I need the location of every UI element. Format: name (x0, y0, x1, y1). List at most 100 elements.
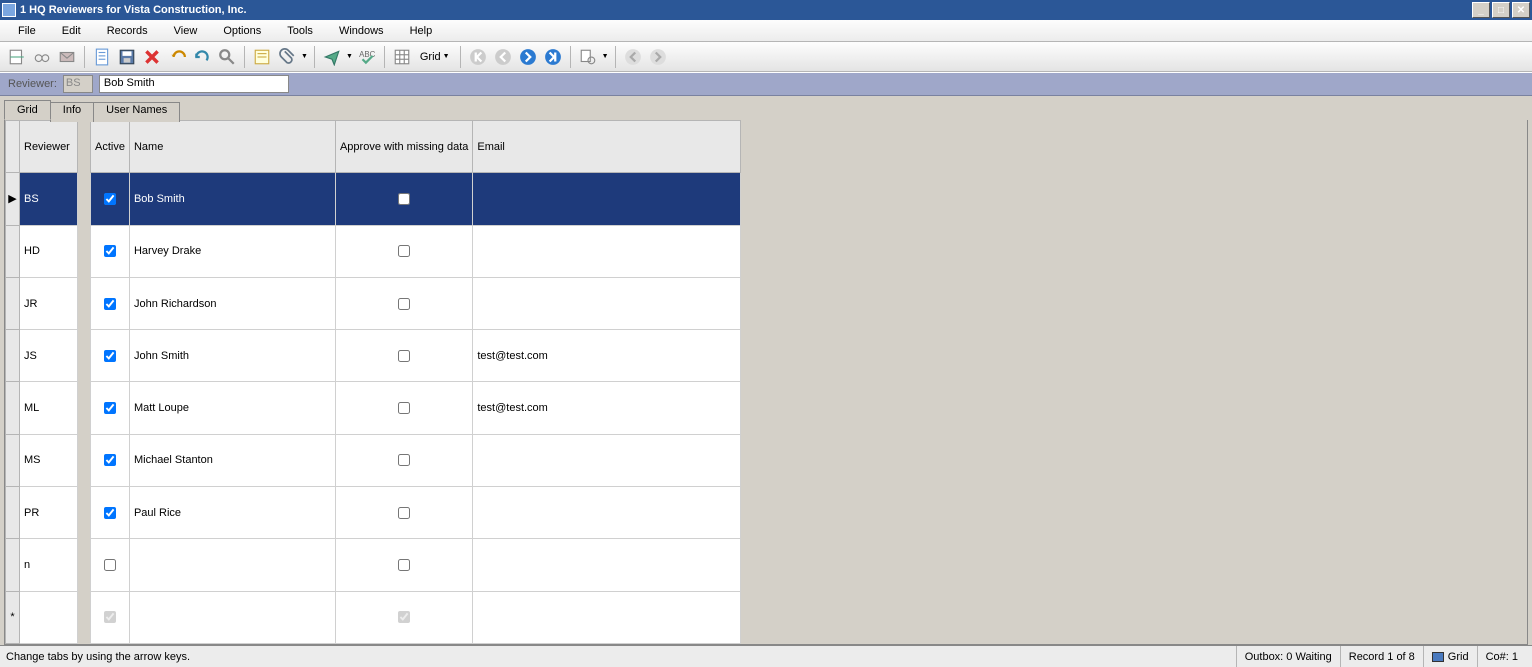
undo-icon[interactable] (166, 46, 188, 68)
new-row[interactable]: * (6, 591, 78, 643)
minimize-button[interactable]: _ (1472, 2, 1490, 18)
cell-approve[interactable] (335, 173, 472, 225)
nav-last-icon[interactable] (542, 46, 564, 68)
cell-name[interactable]: Matt Loupe (129, 382, 335, 434)
menu-edit[interactable]: Edit (52, 23, 91, 39)
menu-file[interactable]: File (8, 23, 46, 39)
approve-checkbox[interactable] (398, 193, 410, 205)
tab-info[interactable]: Info (50, 102, 94, 122)
table-row[interactable] (91, 539, 741, 591)
approve-checkbox[interactable] (398, 559, 410, 571)
cell-name[interactable]: John Smith (129, 330, 335, 382)
cell-name[interactable]: John Richardson (129, 277, 335, 329)
active-checkbox[interactable] (104, 350, 116, 362)
grid-dropdown[interactable]: Grid▼ (416, 51, 454, 63)
refresh-icon[interactable] (191, 46, 213, 68)
cell-approve[interactable] (335, 487, 472, 539)
cell-reviewer[interactable]: JR (20, 277, 78, 329)
cell-reviewer[interactable]: HD (20, 225, 78, 277)
cell-email[interactable] (473, 225, 741, 277)
cell-email[interactable] (473, 539, 741, 591)
cell-name[interactable] (129, 539, 335, 591)
cell-reviewer[interactable]: MS (20, 434, 78, 486)
approve-checkbox[interactable] (398, 245, 410, 257)
table-row[interactable]: JR (6, 277, 78, 329)
reviewer-name-input[interactable]: Bob Smith (99, 75, 289, 93)
send-icon[interactable] (321, 46, 343, 68)
cell-email[interactable] (473, 434, 741, 486)
table-row[interactable]: John Richardson (91, 277, 741, 329)
active-checkbox[interactable] (104, 454, 116, 466)
nav-prev-icon[interactable] (492, 46, 514, 68)
nav-first-icon[interactable] (467, 46, 489, 68)
active-checkbox[interactable] (104, 193, 116, 205)
approve-checkbox[interactable] (398, 507, 410, 519)
cell-name[interactable]: Harvey Drake (129, 225, 335, 277)
close-button[interactable]: ✕ (1512, 2, 1530, 18)
cell-active[interactable] (91, 539, 130, 591)
cell-email[interactable]: test@test.com (473, 330, 741, 382)
active-checkbox[interactable] (104, 298, 116, 310)
cell-approve[interactable] (335, 434, 472, 486)
cell-email[interactable]: test@test.com (473, 382, 741, 434)
cell-reviewer[interactable]: ML (20, 382, 78, 434)
active-checkbox[interactable] (104, 559, 116, 571)
approve-checkbox[interactable] (398, 402, 410, 414)
table-row[interactable]: Bob Smith (91, 173, 741, 225)
nav-next-icon[interactable] (517, 46, 539, 68)
table-row[interactable]: John Smith test@test.com (91, 330, 741, 382)
menu-options[interactable]: Options (213, 23, 271, 39)
table-row[interactable]: ML (6, 382, 78, 434)
glasses-icon[interactable] (31, 46, 53, 68)
col-approve-header[interactable]: Approve with missing data (335, 121, 472, 173)
approve-checkbox[interactable] (398, 298, 410, 310)
active-checkbox[interactable] (104, 507, 116, 519)
active-checkbox[interactable] (104, 611, 116, 623)
cell-active[interactable] (91, 434, 130, 486)
cell-name[interactable]: Michael Stanton (129, 434, 335, 486)
cell-active[interactable] (91, 277, 130, 329)
tab-grid[interactable]: Grid (4, 100, 51, 120)
col-email-header[interactable]: Email (473, 121, 741, 173)
cell-approve[interactable] (335, 277, 472, 329)
col-reviewer-header[interactable]: Reviewer (20, 121, 78, 173)
table-row[interactable]: Matt Loupe test@test.com (91, 382, 741, 434)
search-icon[interactable] (216, 46, 238, 68)
document-icon[interactable] (91, 46, 113, 68)
table-row[interactable]: Michael Stanton (91, 434, 741, 486)
cell-name[interactable]: Bob Smith (129, 173, 335, 225)
reviewer-list-table[interactable]: Reviewer ▶BSHDJRJSMLMSPRn* (5, 120, 78, 644)
menu-view[interactable]: View (164, 23, 208, 39)
table-row[interactable]: Paul Rice (91, 487, 741, 539)
table-row[interactable]: Harvey Drake (91, 225, 741, 277)
cell-email[interactable] (473, 173, 741, 225)
cell-active[interactable] (91, 173, 130, 225)
notes-icon[interactable] (251, 46, 273, 68)
cell-active[interactable] (91, 330, 130, 382)
approve-checkbox[interactable] (398, 454, 410, 466)
cell-active[interactable] (91, 225, 130, 277)
cell-reviewer[interactable]: n (20, 539, 78, 591)
spellcheck-icon[interactable]: ABC (356, 46, 378, 68)
reviewer-detail-table[interactable]: Active Name Approve with missing data Em… (90, 120, 741, 644)
col-name-header[interactable]: Name (129, 121, 335, 173)
table-row[interactable]: n (6, 539, 78, 591)
save-icon[interactable] (116, 46, 138, 68)
grid-icon[interactable] (391, 46, 413, 68)
menu-records[interactable]: Records (97, 23, 158, 39)
cell-approve[interactable] (335, 225, 472, 277)
new-row[interactable] (91, 591, 741, 643)
menu-tools[interactable]: Tools (277, 23, 323, 39)
table-row[interactable]: JS (6, 330, 78, 382)
cell-active[interactable] (91, 382, 130, 434)
col-active-header[interactable]: Active (91, 121, 130, 173)
cell-active[interactable] (91, 487, 130, 539)
cell-approve[interactable] (335, 330, 472, 382)
cell-reviewer[interactable]: BS (20, 173, 78, 225)
delete-icon[interactable] (141, 46, 163, 68)
cell-email[interactable] (473, 487, 741, 539)
menu-windows[interactable]: Windows (329, 23, 394, 39)
active-checkbox[interactable] (104, 245, 116, 257)
table-row[interactable]: PR (6, 487, 78, 539)
tab-user-names[interactable]: User Names (93, 102, 180, 122)
